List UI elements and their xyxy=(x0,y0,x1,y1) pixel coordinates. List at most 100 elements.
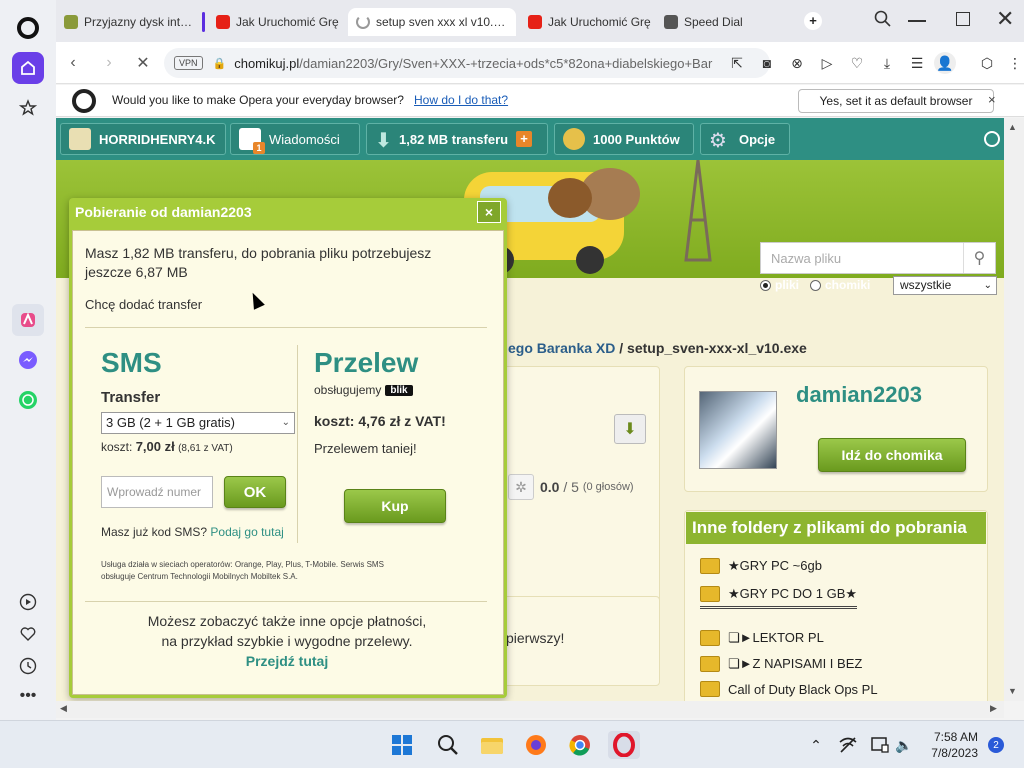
whatsapp-icon[interactable] xyxy=(12,384,44,416)
star-icon[interactable] xyxy=(12,92,44,124)
transfer-menu[interactable]: ⬇ 1,82 MB transferu + xyxy=(366,123,548,155)
url-field[interactable]: VPN 🔒 chomikuj.pl/damian2203/Gry/Sven+XX… xyxy=(164,48,770,78)
opera-taskbar-icon[interactable] xyxy=(608,731,640,759)
scroll-down-icon[interactable]: ▼ xyxy=(1008,686,1017,696)
stop-loading-icon[interactable]: ✕ xyxy=(132,52,154,74)
user-menu[interactable]: HORRIDHENRY4.K xyxy=(60,123,226,155)
folder-item[interactable]: ★GRY PC ~6gb xyxy=(700,558,822,574)
player-icon[interactable] xyxy=(12,586,44,618)
user-avatar-icon xyxy=(69,128,91,150)
home-icon[interactable] xyxy=(12,52,44,84)
other-payments-link[interactable]: Przejdź tutaj xyxy=(73,653,501,669)
buy-button[interactable]: Kup xyxy=(344,489,446,523)
tab-island-marker xyxy=(202,12,205,32)
send-icon[interactable]: ▷ xyxy=(818,54,836,72)
scroll-right-icon[interactable]: ▶ xyxy=(990,703,997,714)
add-transfer-plus-icon[interactable]: + xyxy=(516,131,533,147)
tab-jak-uruchomic-1[interactable]: Jak Uruchomić Grę xyxy=(208,8,356,36)
messages-menu[interactable]: 1 Wiadomości xyxy=(230,123,360,155)
breadcrumb-folder-link[interactable]: ego Baranka XD xyxy=(508,340,615,356)
lock-icon[interactable]: 🔒 xyxy=(213,57,227,70)
address-bar: ‹ › ✕ VPN 🔒 chomikuj.pl/damian2203/Gry/S… xyxy=(56,42,1024,84)
folder-item[interactable]: ❏►LEKTOR PL xyxy=(700,630,824,646)
folder-item[interactable]: Call of Duty Black Ops PL xyxy=(700,681,878,697)
radio-files[interactable]: pliki xyxy=(760,278,799,292)
sms-ok-button[interactable]: OK xyxy=(224,476,286,508)
tab-przyjazny-dysk[interactable]: Przyjazny dysk intern xyxy=(56,8,204,36)
power-icon[interactable] xyxy=(984,131,1000,147)
tab-jak-uruchomic-2[interactable]: Jak Uruchomić Grę xyxy=(520,8,668,36)
radio-dot-icon xyxy=(760,279,771,291)
set-default-button[interactable]: Yes, set it as default browser xyxy=(798,89,994,113)
go-to-chomik-button[interactable]: Idź do chomika xyxy=(818,438,966,472)
tray-chevron-up-icon[interactable]: ⌃ xyxy=(802,731,830,759)
modal-close-icon[interactable]: × xyxy=(477,201,501,223)
clock[interactable]: 7:58 AM 7/8/2023 xyxy=(910,729,978,761)
network-icon[interactable] xyxy=(834,731,862,759)
aria-icon[interactable] xyxy=(12,304,44,336)
scroll-up-icon[interactable]: ▲ xyxy=(1008,122,1017,132)
tab-setup-sven[interactable]: setup sven xxx xl v10.exe xyxy=(348,8,516,36)
enter-code-link[interactable]: Podaj go tutaj xyxy=(210,525,283,539)
close-window-icon[interactable]: ✕ xyxy=(996,6,1014,32)
chrome-icon[interactable] xyxy=(566,731,594,759)
easy-setup-icon[interactable]: ☰ xyxy=(908,54,926,72)
search-icon[interactable]: ⚲ xyxy=(963,243,995,273)
sms-code-input[interactable]: Wprowadź numer xyxy=(101,476,213,508)
snapshot-camera-icon[interactable]: ◙ xyxy=(758,54,776,72)
folder-item[interactable]: ❏►Z NAPISAMI I BEZ xyxy=(700,656,862,672)
folder-icon xyxy=(700,630,720,646)
download-modal: Pobieranie od damian2203 × Masz 1,82 MB … xyxy=(69,198,507,698)
options-menu[interactable]: ⚙ Opcje xyxy=(700,123,790,155)
menu-dots-icon[interactable]: ⋮ xyxy=(1006,54,1024,72)
restore-icon[interactable] xyxy=(956,12,970,26)
new-tab-plus-icon[interactable]: + xyxy=(804,12,822,30)
opera-logo-icon[interactable] xyxy=(12,12,44,44)
notification-badge[interactable]: 2 xyxy=(988,737,1004,753)
chomikuj-favicon-icon xyxy=(64,15,78,29)
file-explorer-icon[interactable] xyxy=(478,731,506,759)
sms-transfer-select[interactable]: 3 GB (2 + 1 GB gratis) ⌄ xyxy=(101,412,295,434)
forward-icon[interactable]: › xyxy=(98,52,120,74)
extensions-cube-icon[interactable]: ⬡ xyxy=(978,54,996,72)
vpn-badge[interactable]: VPN xyxy=(174,56,203,70)
folder-item[interactable]: ★GRY PC DO 1 GB★ xyxy=(700,586,858,609)
heart-icon[interactable] xyxy=(12,618,44,650)
close-bar-icon[interactable]: × xyxy=(988,92,996,107)
bookmark-heart-icon[interactable]: ♡ xyxy=(848,54,866,72)
przelew-heading: Przelew xyxy=(314,347,419,378)
coins-icon xyxy=(563,128,585,150)
rating-star-icon[interactable]: ✲ xyxy=(508,474,534,500)
windows-start-icon[interactable] xyxy=(388,731,416,759)
horizontal-scrollbar[interactable]: ◀ ▶ xyxy=(56,701,1004,718)
points-menu[interactable]: 1000 Punktów xyxy=(554,123,694,155)
minimize-icon[interactable] xyxy=(908,20,926,22)
download-file-icon[interactable]: ⬇ xyxy=(614,414,646,444)
owner-name[interactable]: damian2203 xyxy=(796,382,922,408)
breadcrumb: ego Baranka XD / setup_sven-xxx-xl_v10.e… xyxy=(508,340,807,356)
owner-avatar[interactable] xyxy=(699,391,777,469)
vertical-scrollbar[interactable]: ▲ ▼ xyxy=(1004,118,1024,701)
more-icon[interactable]: ••• xyxy=(12,680,44,712)
taskbar-search-icon[interactable] xyxy=(434,731,462,759)
windows-taskbar: ⌃ 🔈 7:58 AM 7/8/2023 2 xyxy=(0,720,1024,768)
profile-icon[interactable]: 👤 xyxy=(934,52,956,74)
search-input[interactable]: Nazwa pliku xyxy=(771,251,841,266)
back-icon[interactable]: ‹ xyxy=(62,52,84,74)
folder-icon xyxy=(700,681,720,697)
envelope-icon: 1 xyxy=(239,128,265,154)
history-icon[interactable] xyxy=(12,650,44,682)
tab-speed-dial[interactable]: Speed Dial xyxy=(656,8,804,36)
firefox-icon[interactable] xyxy=(522,731,550,759)
adblock-icon[interactable]: ⊗ xyxy=(788,54,806,72)
scroll-left-icon[interactable]: ◀ xyxy=(60,703,67,714)
category-select[interactable]: wszystkie ⌄ xyxy=(893,276,997,295)
speed-dial-icon xyxy=(664,15,678,29)
how-to-link[interactable]: How do I do that? xyxy=(414,93,508,107)
tab-search-icon[interactable] xyxy=(874,10,892,33)
messenger-icon[interactable] xyxy=(12,344,44,376)
share-icon[interactable]: ⇱ xyxy=(728,54,746,72)
download-icon[interactable]: ⤓ xyxy=(878,54,896,72)
site-top-nav: HORRIDHENRY4.K 1 Wiadomości ⬇ 1,82 MB tr… xyxy=(56,118,1004,160)
radio-chomiki[interactable]: chomiki xyxy=(810,278,870,292)
